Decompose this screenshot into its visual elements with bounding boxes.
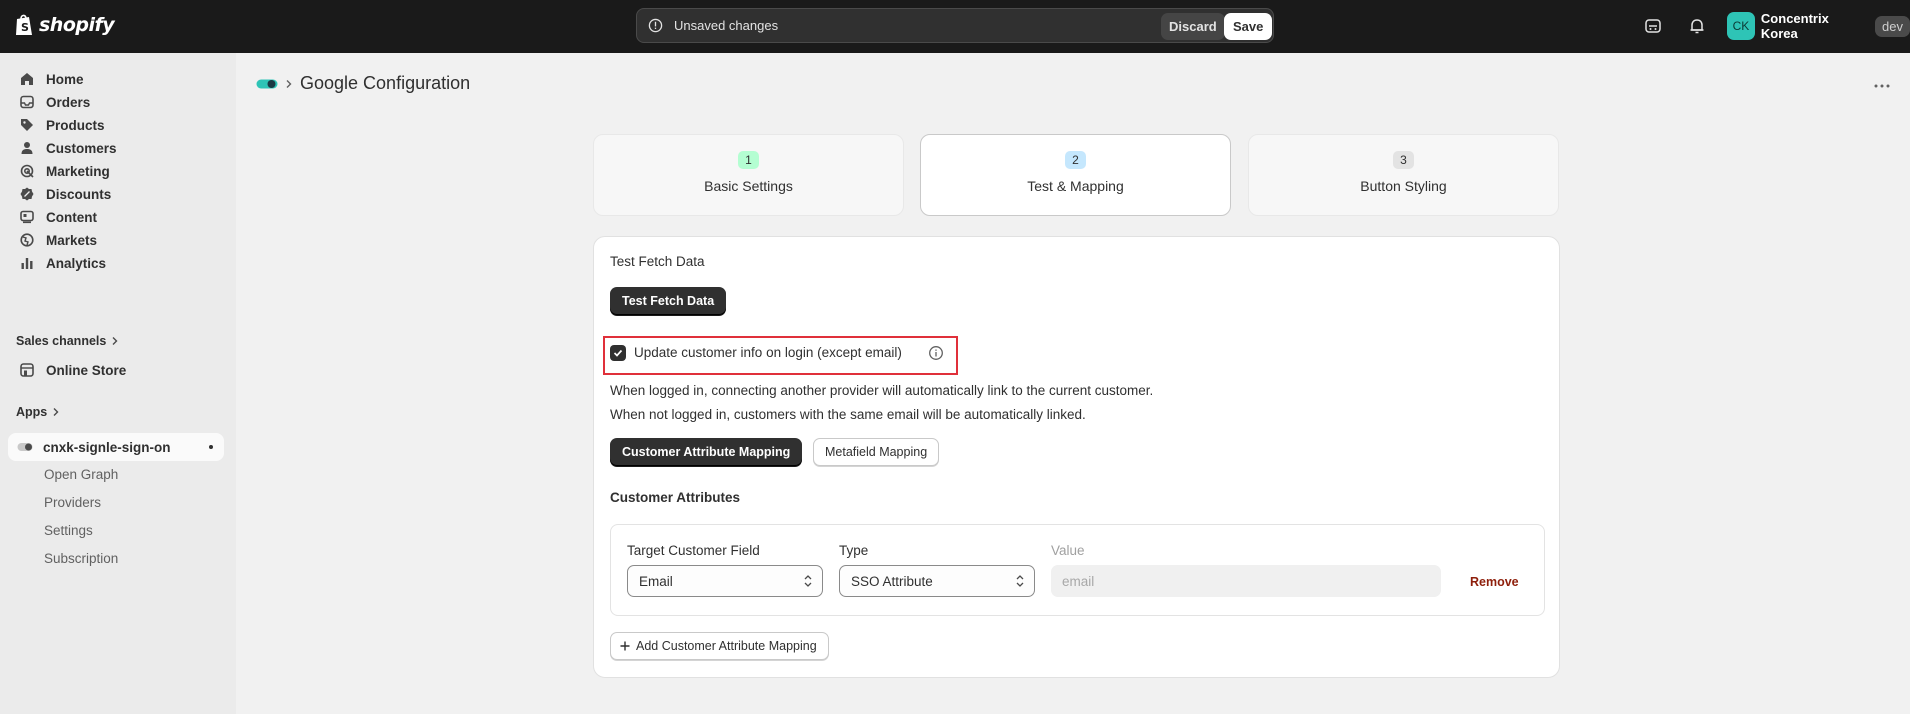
home-icon — [19, 71, 35, 87]
sidebar-item-label: Content — [46, 209, 97, 225]
logo-text: shopify — [39, 14, 115, 36]
step-label: Test & Mapping — [1027, 178, 1124, 194]
globe-icon — [19, 232, 35, 248]
add-customer-attribute-mapping-button[interactable]: Add Customer Attribute Mapping — [610, 632, 829, 660]
sidebar-item-app[interactable]: cnxk-signle-sign-on — [8, 433, 224, 461]
chevron-right-icon — [112, 337, 118, 345]
sidebar-item-analytics[interactable]: Analytics — [8, 249, 224, 277]
sales-channels-heading[interactable]: Sales channels — [16, 334, 119, 348]
apps-heading[interactable]: Apps — [16, 405, 60, 419]
target-icon — [19, 163, 35, 179]
target-field-select[interactable]: Email — [627, 565, 823, 597]
tag-icon — [19, 117, 35, 133]
person-icon — [19, 140, 35, 156]
active-dot-icon — [209, 445, 213, 449]
select-chevron-icon — [1016, 575, 1024, 587]
sidebar-item-label: Online Store — [46, 362, 127, 378]
unsaved-message: Unsaved changes — [674, 18, 779, 33]
shopify-logo[interactable]: S shopify — [14, 13, 115, 37]
svg-text:S: S — [21, 21, 29, 34]
discard-button[interactable]: Discard — [1161, 13, 1225, 40]
discount-icon — [19, 186, 35, 202]
plus-icon — [620, 641, 630, 651]
chevron-right-icon — [286, 79, 292, 88]
step-label: Basic Settings — [704, 178, 793, 194]
content-icon — [19, 209, 35, 225]
sales-channels-label: Sales channels — [16, 334, 107, 348]
attribute-mapping-row: Target Customer Field Type Value Email S… — [610, 524, 1545, 616]
sidebar-subitem-settings[interactable]: Settings — [44, 523, 93, 538]
sidebar: Home Orders Products Customers Marketing… — [0, 53, 236, 714]
step-number: 3 — [1393, 151, 1414, 169]
chat-icon[interactable] — [1642, 15, 1664, 37]
checkbox-label[interactable]: Update customer info on login (except em… — [634, 345, 902, 360]
test-mapping-card: Test Fetch Data Test Fetch Data Update c… — [593, 236, 1560, 678]
sidebar-item-label: Markets — [46, 232, 98, 248]
shopify-bag-icon: S — [16, 14, 32, 35]
customer-attributes-heading: Customer Attributes — [610, 490, 741, 505]
sidebar-item-label: Orders — [46, 94, 91, 110]
sidebar-subitem-open-graph[interactable]: Open Graph — [44, 467, 118, 482]
bar-chart-icon — [19, 255, 35, 271]
checkmark-icon — [613, 349, 623, 357]
step-button-styling[interactable]: 3 Button Styling — [1248, 134, 1559, 216]
sidebar-item-label: Customers — [46, 140, 117, 156]
info-icon[interactable] — [928, 345, 944, 366]
step-test-mapping[interactable]: 2 Test & Mapping — [920, 134, 1231, 216]
test-fetch-button[interactable]: Test Fetch Data — [610, 287, 727, 315]
app-name: cnxk-signle-sign-on — [43, 439, 171, 455]
chevron-right-icon — [53, 408, 59, 416]
add-button-label: Add Customer Attribute Mapping — [636, 639, 817, 653]
user-menu[interactable]: CK Concentrix Korea dev — [1727, 11, 1910, 41]
save-button[interactable]: Save — [1224, 13, 1273, 40]
sidebar-item-label: Discounts — [46, 186, 112, 202]
page-title: Google Configuration — [300, 73, 471, 93]
type-value: SSO Attribute — [851, 573, 933, 589]
update-customer-checkbox[interactable] — [610, 345, 626, 361]
step-number: 2 — [1065, 151, 1086, 169]
alert-circle-icon — [648, 18, 663, 33]
apps-label: Apps — [16, 405, 48, 419]
top-bar: S shopify Unsaved changes Discard Save C… — [0, 0, 1910, 53]
app-toggle-icon[interactable] — [256, 78, 278, 90]
remove-button[interactable]: Remove — [1470, 575, 1519, 589]
breadcrumb: Google Configuration — [256, 73, 470, 94]
more-actions-icon[interactable] — [1874, 75, 1890, 93]
value-input[interactable]: email — [1051, 565, 1441, 597]
sidebar-item-online-store[interactable]: Online Store — [8, 356, 224, 384]
inbox-icon — [19, 94, 35, 110]
target-field-value: Email — [639, 573, 673, 589]
value-label: Value — [1051, 543, 1085, 558]
tab-metafield-mapping[interactable]: Metafield Mapping — [813, 438, 940, 466]
unsaved-changes-bar: Unsaved changes Discard Save — [636, 8, 1274, 43]
store-name: Concentrix Korea — [1760, 11, 1829, 41]
dev-badge: dev — [1875, 15, 1910, 37]
store-icon — [19, 362, 35, 378]
sidebar-item-label: Analytics — [46, 255, 107, 271]
type-label: Type — [839, 543, 869, 558]
sidebar-subitem-subscription[interactable]: Subscription — [44, 551, 118, 566]
sidebar-item-label: Products — [46, 117, 105, 133]
help-text-logged-in: When logged in, connecting another provi… — [610, 383, 1154, 398]
main-content: Google Configuration 1 Basic Settings 2 … — [236, 53, 1910, 714]
sidebar-item-label: Home — [46, 71, 84, 87]
target-field-label: Target Customer Field — [627, 543, 760, 558]
step-number: 1 — [738, 151, 759, 169]
type-select[interactable]: SSO Attribute — [839, 565, 1035, 597]
help-text-not-logged-in: When not logged in, customers with the s… — [610, 407, 1086, 422]
sidebar-subitem-providers[interactable]: Providers — [44, 495, 101, 510]
tab-customer-attribute-mapping[interactable]: Customer Attribute Mapping — [610, 438, 803, 466]
select-chevron-icon — [804, 575, 812, 587]
step-basic-settings[interactable]: 1 Basic Settings — [593, 134, 904, 216]
card-title: Test Fetch Data — [610, 254, 705, 269]
avatar: CK — [1727, 12, 1755, 40]
toggle-icon — [17, 443, 33, 451]
sidebar-item-label: Marketing — [46, 163, 110, 179]
bell-icon[interactable] — [1686, 15, 1708, 37]
step-label: Button Styling — [1360, 178, 1447, 194]
